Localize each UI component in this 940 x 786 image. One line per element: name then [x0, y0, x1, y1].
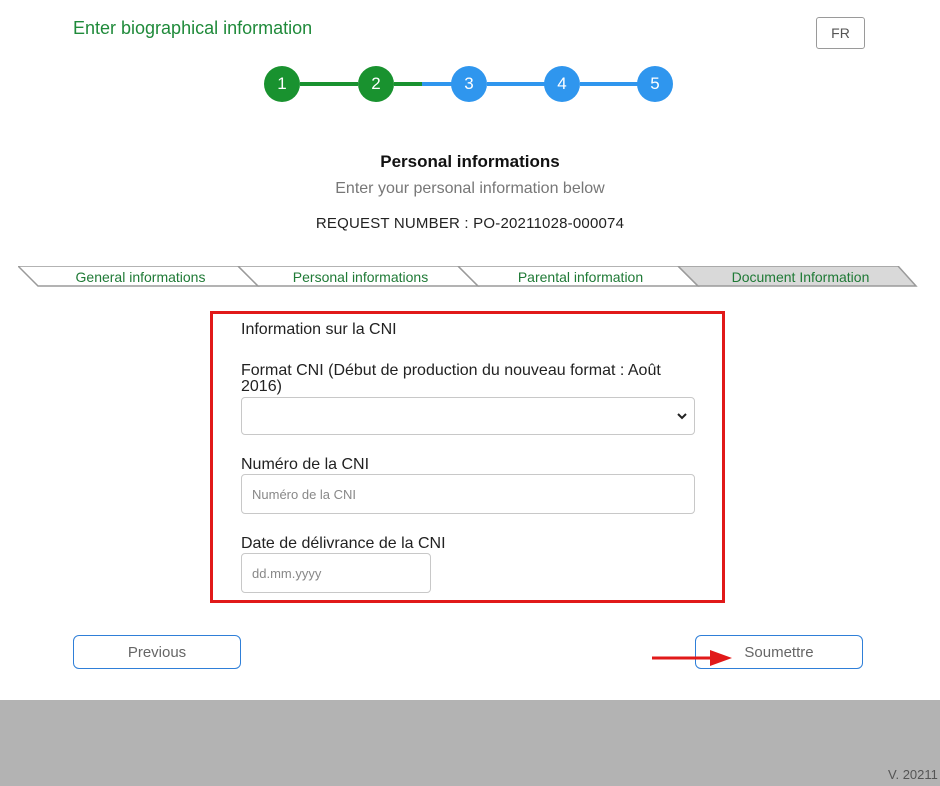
form-heading: Information sur la CNI	[241, 321, 397, 338]
step-1: 1	[264, 66, 300, 102]
step-connector	[300, 82, 358, 86]
cni-number-placeholder: Numéro de la CNI	[252, 487, 357, 502]
tab-parental-information[interactable]: Parental information	[488, 269, 673, 285]
step-connector	[487, 82, 545, 86]
version-label: V. 20211	[888, 767, 938, 782]
step-4: 4	[544, 66, 580, 102]
format-cni-label: Format CNI (Début de production du nouve…	[241, 362, 661, 395]
step-connector	[394, 82, 422, 86]
page-title: Enter biographical information	[73, 18, 313, 38]
step-connector	[580, 82, 638, 86]
step-2: 2	[358, 66, 394, 102]
previous-button[interactable]: Previous	[73, 635, 241, 669]
tab-document-information[interactable]: Document Information	[708, 269, 893, 285]
step-connector	[422, 82, 452, 86]
cni-date-label: Date de délivrance de la CNI	[241, 535, 446, 552]
cni-number-label: Numéro de la CNI	[241, 456, 370, 473]
cni-number-input[interactable]: Numéro de la CNI	[241, 474, 695, 514]
step-5: 5	[637, 66, 673, 102]
section-title: Personal informations	[380, 152, 560, 171]
highlighted-form-section: Information sur la CNI Format CNI (Début…	[210, 311, 725, 603]
format-cni-select[interactable]	[241, 397, 695, 435]
tab-general-informations[interactable]: General informations	[48, 269, 233, 285]
section-subtitle: Enter your personal information below	[335, 180, 605, 197]
page-footer	[0, 700, 940, 786]
chevron-down-icon	[677, 413, 687, 420]
annotation-arrow-icon	[652, 650, 732, 666]
language-button[interactable]: FR	[816, 17, 865, 49]
request-number: REQUEST NUMBER : PO-20211028-000074	[315, 215, 625, 232]
tab-personal-informations[interactable]: Personal informations	[268, 269, 453, 285]
cni-date-input[interactable]: dd.mm.yyyy	[241, 553, 431, 593]
form-tabs: General informations Personal informatio…	[18, 266, 918, 288]
cni-date-placeholder: dd.mm.yyyy	[252, 566, 322, 581]
progress-stepper: 1 2 3 4 5	[264, 66, 674, 102]
step-3: 3	[451, 66, 487, 102]
